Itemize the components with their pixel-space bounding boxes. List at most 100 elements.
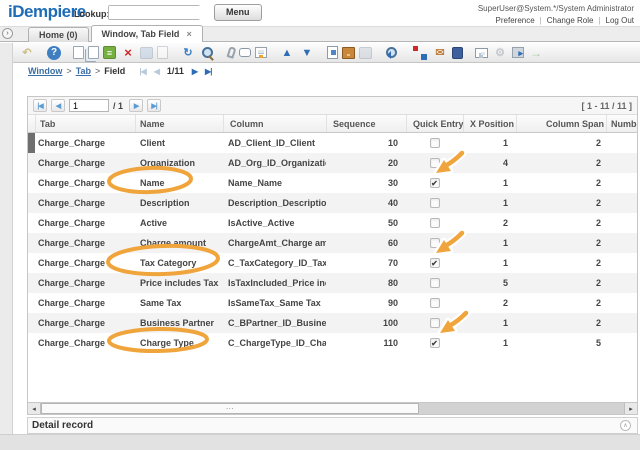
delete-record-icon[interactable]: ≡ xyxy=(103,46,116,59)
scroll-left-icon[interactable]: ◂ xyxy=(28,403,41,414)
page-number-input[interactable] xyxy=(69,99,109,112)
parent-record-icon[interactable]: ▲ xyxy=(279,45,295,61)
lookup-combobox[interactable]: ▼ xyxy=(108,5,200,20)
field-grid-panel: |◀ ◀ / 1 ▶ ▶| [ 1 - 11 / 11 ] TabNameCol… xyxy=(27,96,638,415)
quick-entry-checkbox[interactable] xyxy=(430,318,440,328)
table-row[interactable]: Charge_Charge Organization AD_Org_ID_Org… xyxy=(28,153,637,173)
zoom-across-icon[interactable] xyxy=(384,45,400,61)
row-indicator xyxy=(28,173,35,193)
grid-toggle-icon[interactable] xyxy=(255,47,267,58)
chat-icon[interactable] xyxy=(239,48,251,57)
next-record-button[interactable]: ▶ xyxy=(192,67,197,76)
column-header[interactable]: Column xyxy=(223,115,326,132)
scroll-right-icon[interactable]: ▸ xyxy=(624,403,637,414)
last-record-button[interactable]: ▶| xyxy=(205,67,211,76)
first-record-button[interactable]: |◀ xyxy=(139,67,145,76)
page-last-button[interactable]: ▶| xyxy=(147,99,161,112)
header-link[interactable]: Log Out xyxy=(606,16,634,25)
previous-record-button[interactable]: ◀ xyxy=(154,67,159,76)
quick-entry-checkbox[interactable]: ✔ xyxy=(430,258,440,268)
column-header[interactable]: Name xyxy=(135,115,223,132)
workflow-icon[interactable] xyxy=(412,45,428,61)
quick-entry-checkbox[interactable] xyxy=(430,298,440,308)
form-view-icon[interactable] xyxy=(327,46,338,59)
table-row[interactable]: Charge_Charge Description Description_De… xyxy=(28,193,637,213)
new-record-icon[interactable] xyxy=(73,46,84,59)
cell-sequence: 60 xyxy=(326,233,406,253)
table-row[interactable]: Charge_Charge Price includes Tax IsTaxIn… xyxy=(28,273,637,293)
cell-x-position: 1 xyxy=(463,253,516,273)
detail-record-bar[interactable]: Detail record ∧ xyxy=(27,417,638,434)
end-window-icon[interactable]: → xyxy=(528,45,544,61)
horizontal-scrollbar[interactable]: ◂ ⋯ ▸ xyxy=(28,402,637,414)
row-indicator xyxy=(28,193,35,213)
column-header[interactable]: Column Span xyxy=(516,115,606,132)
table-row[interactable]: Charge_Charge Business Partner C_BPartne… xyxy=(28,313,637,333)
attachment-icon[interactable] xyxy=(226,46,236,59)
cell-column-span: 2 xyxy=(516,153,606,173)
delete-selection-icon[interactable]: × xyxy=(120,45,136,61)
tab[interactable]: Home (0) xyxy=(28,27,89,42)
menu-button[interactable]: Menu xyxy=(214,4,262,21)
refresh-icon[interactable]: ↻ xyxy=(180,45,196,61)
find-icon[interactable] xyxy=(200,45,216,61)
cell-tab: Charge_Charge xyxy=(35,253,135,273)
collapsed-west-panel[interactable] xyxy=(0,43,13,434)
save-icon[interactable] xyxy=(140,47,153,59)
header-link[interactable]: Preference xyxy=(496,16,535,25)
archive-icon[interactable] xyxy=(342,47,355,59)
quick-entry-checkbox[interactable] xyxy=(430,218,440,228)
quick-entry-checkbox[interactable]: ✔ xyxy=(430,338,440,348)
row-indicator xyxy=(28,233,35,253)
table-row[interactable]: Charge_Charge Name Name_Name 30 ✔ 1 2 xyxy=(28,173,637,193)
cell-name: Active xyxy=(135,213,223,233)
quick-entry-checkbox[interactable]: ✔ xyxy=(430,178,440,188)
quick-entry-checkbox[interactable] xyxy=(430,158,440,168)
scrollbar-thumb[interactable]: ⋯ xyxy=(41,403,419,414)
lookup-label: Lookup: xyxy=(74,9,110,19)
export-icon[interactable] xyxy=(512,47,524,58)
table-row[interactable]: Charge_Charge Client AD_Client_ID_Client… xyxy=(28,133,637,153)
table-row[interactable]: Charge_Charge Charge amount ChargeAmt_Ch… xyxy=(28,233,637,253)
cell-sequence: 40 xyxy=(326,193,406,213)
header-link[interactable]: Change Role xyxy=(547,16,594,25)
detail-record-icon[interactable]: ▼ xyxy=(299,45,315,61)
breadcrumb-current: Field xyxy=(104,66,125,76)
column-header[interactable]: Quick Entry xyxy=(406,115,463,132)
page-previous-button[interactable]: ◀ xyxy=(51,99,65,112)
quick-entry-checkbox[interactable] xyxy=(430,238,440,248)
save-create-copy-icon[interactable] xyxy=(157,46,168,59)
window-customize-icon[interactable] xyxy=(475,48,488,58)
quick-entry-checkbox[interactable] xyxy=(430,138,440,148)
table-row[interactable]: Charge_Charge Same Tax IsSameTax_Same Ta… xyxy=(28,293,637,313)
table-row[interactable]: Charge_Charge Charge Type C_ChargeType_I… xyxy=(28,333,637,353)
collapse-icon[interactable]: ∧ xyxy=(620,420,631,431)
help-icon[interactable]: ? xyxy=(47,46,61,60)
breadcrumb-link[interactable]: Tab xyxy=(76,66,91,76)
copy-record-icon[interactable] xyxy=(88,46,99,59)
breadcrumb-link[interactable]: Window xyxy=(28,66,62,76)
row-indicator xyxy=(28,293,35,313)
column-header[interactable]: Sequence xyxy=(326,115,406,132)
process-icon[interactable]: ⚙ xyxy=(492,45,508,61)
table-row[interactable]: Charge_Charge Active IsActive_Active 50 … xyxy=(28,213,637,233)
quick-entry-checkbox[interactable] xyxy=(430,278,440,288)
column-header[interactable]: Tab xyxy=(35,115,135,132)
tabs: Home (0) Window, Tab Field× xyxy=(28,25,203,42)
page-first-button[interactable]: |◀ xyxy=(33,99,47,112)
lookup-input[interactable] xyxy=(109,6,230,19)
quick-entry-checkbox[interactable] xyxy=(430,198,440,208)
print-icon[interactable] xyxy=(359,47,372,59)
column-header[interactable]: Number xyxy=(606,115,637,132)
cell-column: AD_Client_ID_Client xyxy=(223,133,326,153)
tab[interactable]: Window, Tab Field× xyxy=(91,25,203,42)
table-row[interactable]: Charge_Charge Tax Category C_TaxCategory… xyxy=(28,253,637,273)
page-next-button[interactable]: ▶ xyxy=(129,99,143,112)
archive-documents-icon[interactable] xyxy=(452,47,463,59)
close-icon[interactable]: × xyxy=(186,29,191,39)
request-icon[interactable]: ✉ xyxy=(432,45,448,61)
cell-x-position: 1 xyxy=(463,193,516,213)
expand-sidebar-button[interactable]: › xyxy=(2,28,13,39)
undo-icon[interactable]: ↶ xyxy=(19,45,35,61)
column-header[interactable]: X Position xyxy=(463,115,516,132)
